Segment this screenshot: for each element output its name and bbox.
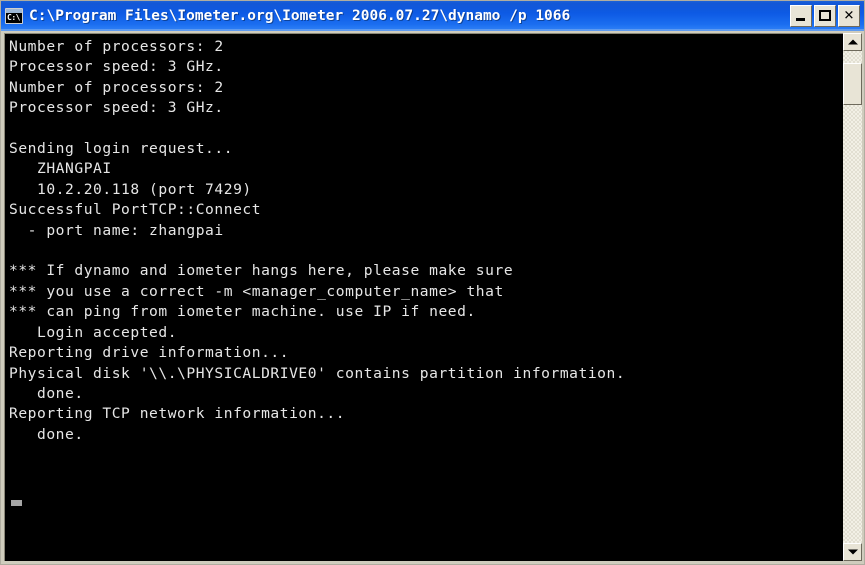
window-client-area: Number of processors: 2 Processor speed:…: [1, 31, 864, 564]
scroll-up-button[interactable]: [843, 33, 862, 51]
window-title: C:\Program Files\Iometer.org\Iometer 200…: [29, 8, 571, 24]
console-text: Number of processors: 2 Processor speed:…: [9, 38, 626, 443]
vertical-scrollbar[interactable]: [843, 33, 862, 561]
console-output-area[interactable]: Number of processors: 2 Processor speed:…: [4, 33, 843, 561]
title-bar[interactable]: C:\ C:\Program Files\Iometer.org\Iometer…: [1, 1, 864, 31]
close-icon: ✕: [843, 8, 855, 24]
window-controls: ✕: [790, 5, 862, 27]
scroll-down-arrow-icon: [847, 549, 858, 555]
minimize-button[interactable]: [790, 5, 812, 27]
scroll-up-arrow-icon: [847, 39, 858, 45]
scrollbar-thumb[interactable]: [843, 63, 862, 105]
maximize-button[interactable]: [814, 5, 836, 27]
console-icon[interactable]: C:\: [5, 8, 23, 24]
maximize-icon: [819, 10, 831, 21]
text-cursor: [11, 500, 22, 506]
scroll-down-button[interactable]: [843, 543, 862, 561]
minimize-icon: [796, 18, 805, 21]
close-button[interactable]: ✕: [838, 5, 860, 27]
console-icon-prompt: C:\: [7, 13, 20, 22]
scrollbar-track[interactable]: [843, 51, 862, 543]
console-window: C:\ C:\Program Files\Iometer.org\Iometer…: [0, 0, 865, 565]
